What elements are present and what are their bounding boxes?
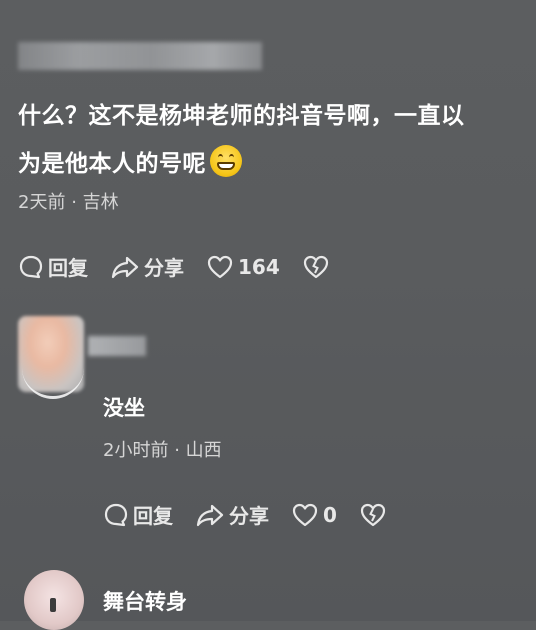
share-button[interactable]: 分享 (110, 252, 184, 281)
broken-heart-icon (360, 503, 386, 526)
share-label: 分享 (229, 504, 269, 528)
share-label: 分享 (144, 256, 184, 280)
like-count: 0 (323, 502, 337, 527)
share-arrow-icon (196, 504, 224, 526)
like-button[interactable]: 164 (206, 254, 280, 280)
reply-tag-blurred (88, 336, 146, 356)
broken-heart-icon (303, 255, 328, 278)
comment-text: 什么？这不是杨坤老师的抖音号啊，一直以 为是他本人的号呢 (18, 92, 523, 188)
next-commenter-name[interactable]: 舞台转身 (103, 586, 187, 616)
reply-location: 山西 (185, 440, 222, 461)
comment-meta: 2天前 · 吉林 (18, 188, 119, 214)
reply-meta: 2小时前 · 山西 (103, 436, 222, 462)
meta-separator: · (174, 440, 180, 461)
reply-bubble-icon (104, 503, 128, 526)
comment-location: 吉林 (82, 192, 119, 213)
like-count: 164 (238, 254, 280, 279)
reply-label: 回复 (133, 504, 173, 528)
heart-icon (292, 503, 318, 526)
commenter-name-blurred[interactable] (18, 42, 262, 70)
heart-icon (207, 255, 233, 278)
avatar-ring (22, 356, 84, 399)
comment-text-line1: 什么？这不是杨坤老师的抖音号啊，一直以 (18, 103, 465, 129)
share-arrow-icon (111, 256, 139, 278)
reply-author-name[interactable]: 没坐 (103, 392, 145, 422)
reply-button[interactable]: 回复 (18, 252, 88, 281)
share-button[interactable]: 分享 (195, 500, 269, 529)
dislike-button[interactable] (359, 502, 391, 528)
like-button[interactable]: 0 (291, 502, 337, 528)
dislike-button[interactable] (302, 254, 334, 280)
reply-label: 回复 (48, 256, 88, 280)
comment-text-line2: 为是他本人的号呢 (18, 151, 206, 177)
reply-actions: 回复 分享 0 (103, 500, 413, 529)
comment-time: 2天前 (18, 192, 66, 213)
comment-actions: 回复 分享 164 (18, 252, 356, 281)
reply-time: 2小时前 (103, 440, 169, 461)
next-commenter-avatar[interactable] (24, 570, 84, 630)
grin-emoji-icon (210, 145, 242, 177)
reply-button[interactable]: 回复 (103, 500, 173, 529)
reply-bubble-icon (19, 255, 43, 278)
meta-separator: · (71, 192, 77, 213)
